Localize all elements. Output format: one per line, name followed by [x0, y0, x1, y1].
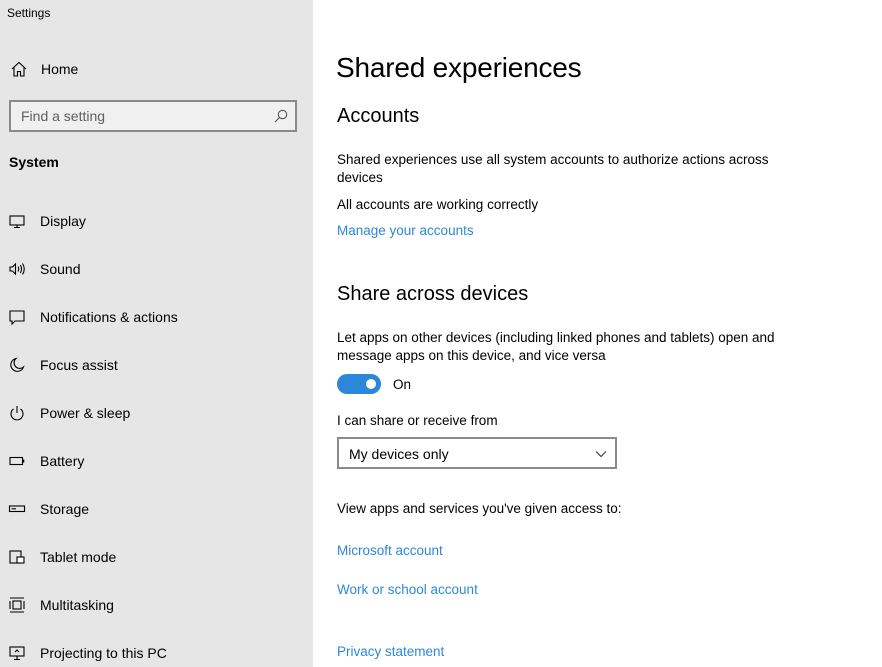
- sidebar-item-power-sleep[interactable]: Power & sleep: [0, 393, 313, 433]
- multitasking-icon: [9, 597, 25, 613]
- sidebar-item-label: Battery: [40, 453, 85, 469]
- sidebar-item-label: Storage: [40, 501, 90, 517]
- sidebar-item-label: Tablet mode: [40, 549, 117, 565]
- moon-icon: [10, 357, 25, 372]
- search-placeholder: Find a setting: [21, 108, 106, 124]
- accounts-heading: Accounts: [337, 105, 420, 127]
- sidebar-item-label: Display: [40, 213, 86, 229]
- storage-icon: [8, 505, 26, 513]
- share-heading: Share across devices: [337, 283, 529, 305]
- access-text: View apps and services you've given acce…: [337, 501, 622, 516]
- battery-icon: [9, 456, 25, 466]
- tablet-mode-icon: [9, 550, 25, 564]
- home-label: Home: [41, 61, 79, 77]
- sidebar-item-tablet-mode[interactable]: Tablet mode: [0, 537, 313, 577]
- sidebar-home[interactable]: Home: [0, 52, 313, 86]
- chevron-down-icon: [595, 451, 607, 458]
- manage-accounts-link[interactable]: Manage your accounts: [337, 223, 474, 238]
- privacy-statement-link[interactable]: Privacy statement: [337, 644, 444, 659]
- work-school-account-link[interactable]: Work or school account: [337, 582, 478, 597]
- share-description: Let apps on other devices (including lin…: [337, 330, 775, 363]
- sound-icon: [9, 262, 25, 276]
- accounts-description: Shared experiences use all system accoun…: [337, 152, 769, 185]
- sidebar-item-label: Power & sleep: [40, 405, 131, 421]
- display-icon: [9, 215, 25, 229]
- microsoft-account-link[interactable]: Microsoft account: [337, 543, 443, 558]
- sidebar-item-label: Multitasking: [40, 597, 114, 613]
- dropdown-label: I can share or receive from: [337, 413, 498, 428]
- search-box[interactable]: Find a setting: [9, 100, 297, 132]
- sidebar-item-focus-assist[interactable]: Focus assist: [0, 345, 313, 385]
- share-from-dropdown[interactable]: My devices only: [337, 437, 617, 469]
- sidebar-item-notifications[interactable]: Notifications & actions: [0, 297, 313, 337]
- sidebar-item-storage[interactable]: Storage: [0, 489, 313, 529]
- sidebar-item-projecting[interactable]: Projecting to this PC: [0, 633, 313, 667]
- power-icon: [10, 406, 24, 421]
- sidebar-item-sound[interactable]: Sound: [0, 249, 313, 289]
- sidebar-item-label: Notifications & actions: [40, 309, 178, 325]
- sidebar-item-multitasking[interactable]: Multitasking: [0, 585, 313, 625]
- page-title: Shared experiences: [336, 52, 582, 83]
- sidebar-item-label: Sound: [40, 261, 81, 277]
- sidebar-item-label: Projecting to this PC: [40, 645, 167, 661]
- sidebar-item-label: Focus assist: [40, 357, 118, 373]
- sidebar-item-battery[interactable]: Battery: [0, 441, 313, 481]
- home-icon: [11, 61, 27, 77]
- app-title: Settings: [7, 6, 51, 20]
- sidebar-item-display[interactable]: Display: [0, 201, 313, 241]
- section-system: System: [9, 154, 59, 170]
- notifications-icon: [9, 310, 25, 326]
- toggle-state-label: On: [393, 377, 412, 392]
- accounts-status: All accounts are working correctly: [337, 197, 539, 212]
- share-toggle[interactable]: [337, 374, 381, 394]
- toggle-knob: [366, 379, 376, 389]
- search-icon[interactable]: [273, 108, 289, 124]
- projecting-icon: [9, 646, 25, 661]
- dropdown-value: My devices only: [349, 446, 449, 462]
- sidebar: Settings Home Find a setting System Disp…: [0, 0, 313, 667]
- main-content: Shared experiences Accounts Shared exper…: [313, 0, 882, 667]
